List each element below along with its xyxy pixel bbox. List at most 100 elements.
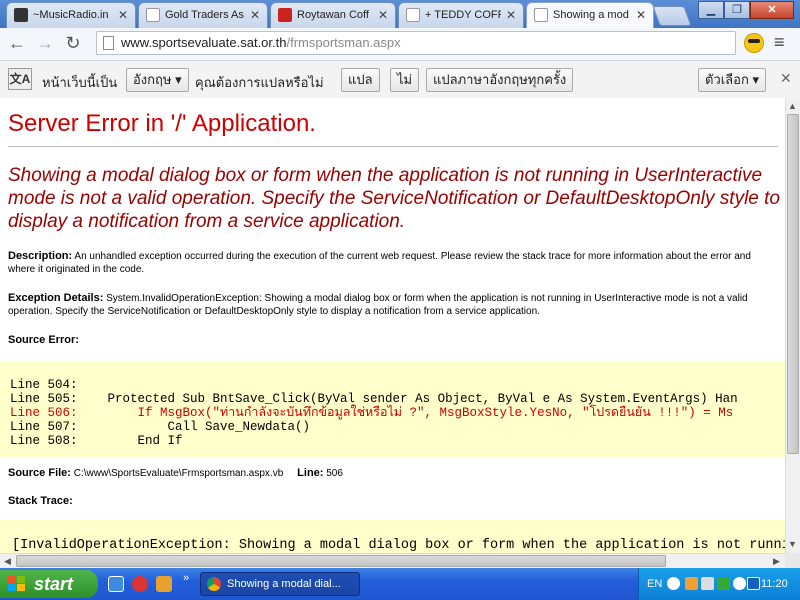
tab-favicon-icon [534,8,548,22]
page-icon [103,36,114,50]
stack-trace-label: Stack Trace: [8,495,73,507]
scrollbar-corner [785,553,800,568]
stack-trace-box: [InvalidOperationException: Showing a mo… [0,520,785,553]
code-line: Line 504: [10,378,78,392]
translate-bar: 文A หน้าเว็บนี้เป็น อังกฤษ ▾ คุณต้องการแป… [0,61,800,99]
page-title: Server Error in '/' Application. [8,110,316,137]
code-line: Line 507: Call Save_Newdata() [10,420,311,434]
line-value: 506 [323,468,343,479]
tab-title: Roytawan Coff [297,9,369,21]
tab-close-icon[interactable]: ✕ [506,8,516,22]
tab-favicon-icon [406,8,420,22]
vertical-scroll-thumb[interactable] [787,114,799,454]
code-line: Line 508: End If [10,434,183,448]
tab-strip: ~MusicRadio.in ✕ Gold Traders As ✕ Royta… [0,0,800,28]
new-tab-button[interactable] [652,6,692,26]
description-text: An unhandled exception occurred during t… [8,251,751,275]
tab-favicon-icon [278,8,292,22]
translate-icon: 文A [8,68,32,90]
tab-title: Gold Traders As [165,9,244,21]
tab-close-icon[interactable]: ✕ [636,8,646,22]
source-file-path: C:\www\SportsEvaluate\Frmsportsman.aspx.… [70,468,284,479]
tab-close-icon[interactable]: ✕ [250,8,260,22]
source-file-block: Source File: C:\www\SportsEvaluate\Frmsp… [8,467,778,480]
code-line-error: Line 506: If MsgBox("ท่านกำลังจะบันทึกข้… [10,406,734,420]
always-translate-button[interactable]: แปลภาษาอังกฤษทุกครั้ง [426,68,574,92]
app-quicklaunch-icon[interactable] [156,576,172,592]
scroll-up-icon[interactable]: ▲ [786,99,799,113]
horizontal-scrollbar[interactable]: ◀ ▶ [0,553,785,568]
tab-close-icon[interactable]: ✕ [378,8,388,22]
description-block: Description: An unhandled exception occu… [8,250,778,276]
scroll-right-icon[interactable]: ▶ [770,554,783,568]
source-code-box: Line 504: Line 505: Protected Sub BntSav… [0,361,785,457]
options-button[interactable]: ตัวเลือก ▾ [698,68,766,92]
quicklaunch-more-icon[interactable]: » [183,572,189,584]
sunglasses-extension-icon[interactable] [744,33,764,53]
system-tray: EN 11:20 [638,568,800,600]
translate-button[interactable]: แปล [341,68,380,92]
close-icon[interactable]: ✕ [780,70,792,87]
code-line: Line 505: Protected Sub BntSave_Click(By… [10,392,738,406]
tab-favicon-icon [146,8,160,22]
page-content: Server Error in '/' Application. Showing… [0,98,785,553]
line-label: Line: [297,467,324,479]
scroll-left-icon[interactable]: ◀ [1,554,14,568]
tab-title: ~MusicRadio.in [33,9,109,21]
exception-label: Exception Details: [8,292,104,304]
tray-app-icon[interactable] [685,577,698,590]
language-indicator[interactable]: EN [647,578,662,590]
back-arrow-icon[interactable]: ← [6,32,28,54]
tab-showing-modal[interactable]: Showing a mod ✕ [526,2,654,28]
clock: 11:20 [761,578,788,590]
address-bar[interactable]: www.sportsevaluate.sat.or.th/frmsportsma… [96,31,736,55]
horizontal-scroll-thumb[interactable] [16,555,666,567]
menu-icon[interactable]: ≡ [774,32,785,53]
no-button[interactable]: ไม่ [390,68,420,92]
start-label: start [34,574,74,594]
url-text: www.sportsevaluate.sat.or.th/frmsportsma… [121,35,401,50]
close-window-button[interactable]: ✕ [750,1,794,19]
source-file-label: Source File: [8,467,71,479]
description-label: Description: [8,250,73,262]
window-controls: ▁ ❐ ✕ [698,1,794,19]
source-error-label: Source Error: [8,334,79,346]
tab-musicradio[interactable]: ~MusicRadio.in ✕ [6,2,136,28]
start-button[interactable]: start [0,570,98,598]
exception-block: Exception Details: System.InvalidOperati… [8,292,778,318]
bluetooth-icon[interactable] [747,577,760,590]
divider [8,146,778,147]
taskbar: start » Showing a modal dial... EN 11:20 [0,568,800,600]
tab-title: + TEDDY COFFI [425,9,501,21]
tab-roytawan[interactable]: Roytawan Coff ✕ [270,2,396,28]
network-icon[interactable] [717,577,730,590]
taskbar-item-label: Showing a modal dial... [227,578,341,590]
language-select[interactable]: อังกฤษ ▾ [126,68,189,92]
forward-arrow-icon[interactable]: → [34,32,56,54]
translate-prompt: หน้าเว็บนี้เป็น [42,75,118,90]
reload-icon[interactable]: ↻ [62,32,84,54]
url-path: /frmsportsman.aspx [286,35,401,50]
maximize-button[interactable]: ❐ [724,1,750,19]
scroll-down-icon[interactable]: ▼ [786,537,799,551]
tray-collapse-icon[interactable] [667,577,680,590]
vertical-scrollbar[interactable]: ▲ ▼ [785,98,800,553]
translate-question: คุณต้องการแปลหรือไม่ [195,75,324,90]
exception-text: System.InvalidOperationException: Showin… [8,293,748,317]
ie-quicklaunch-icon[interactable] [108,576,124,592]
tab-title: Showing a mod [553,9,629,21]
speaker-icon[interactable] [701,577,714,590]
tab-teddy-coffee[interactable]: + TEDDY COFFI ✕ [398,2,524,28]
tray-circle-icon[interactable] [733,577,746,590]
tab-close-icon[interactable]: ✕ [118,8,128,22]
minimize-button[interactable]: ▁ [698,1,724,19]
error-message: Showing a modal dialog box or form when … [8,165,780,232]
taskbar-item-chrome[interactable]: Showing a modal dial... [200,572,360,596]
chrome-icon [207,577,221,591]
url-domain: www.sportsevaluate.sat.or.th [121,35,287,50]
windows-flag-icon [8,576,25,591]
tab-gold-traders[interactable]: Gold Traders As ✕ [138,2,268,28]
stack-trace-line: [InvalidOperationException: Showing a mo… [12,538,785,553]
browser-toolbar: ← → ↻ www.sportsevaluate.sat.or.th/frmsp… [0,28,800,61]
chrome-quicklaunch-icon[interactable] [132,576,148,592]
